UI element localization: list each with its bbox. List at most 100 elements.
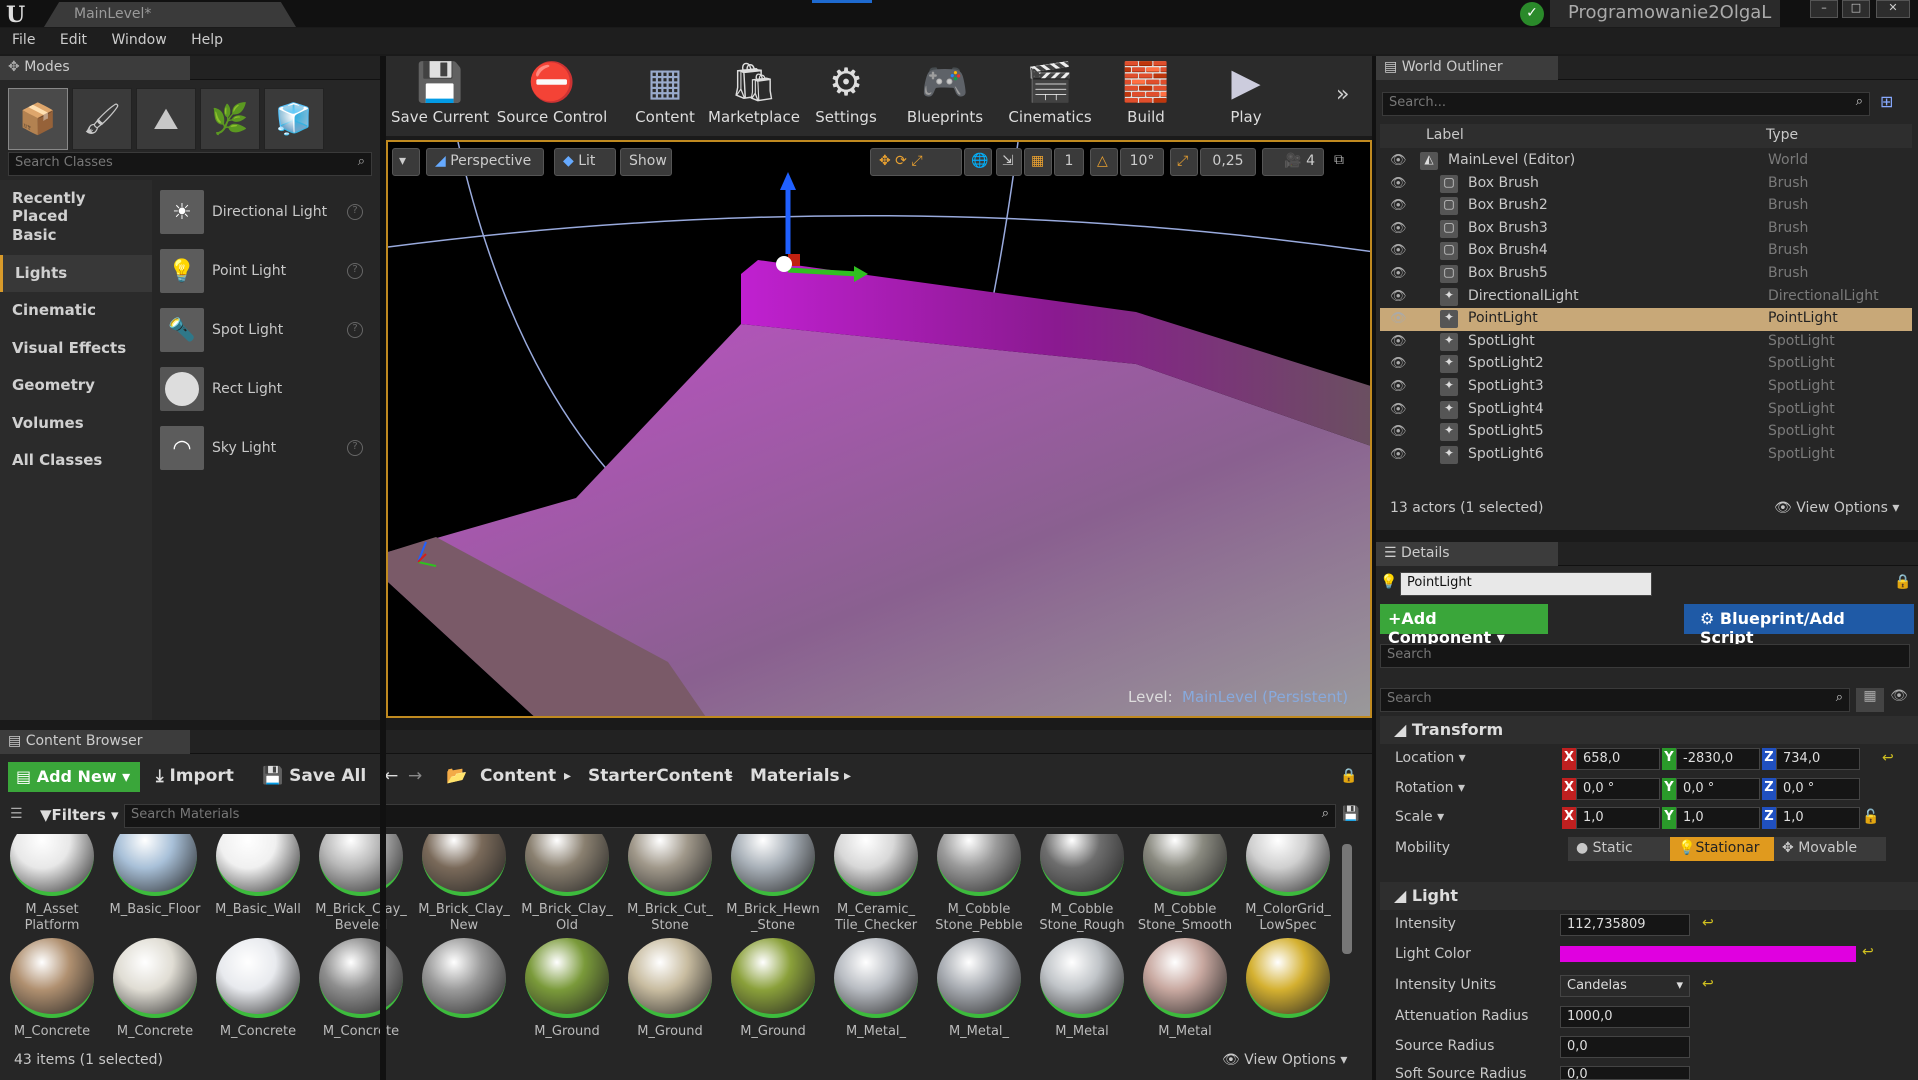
maximize-viewport-icon[interactable]: ⧉: [1334, 152, 1344, 168]
asset-tile[interactable]: M_Ground: [519, 938, 615, 1040]
soft-source-field[interactable]: 0,0: [1560, 1066, 1690, 1080]
scale-snap-value[interactable]: 0,25: [1200, 148, 1256, 176]
outliner-row[interactable]: 👁 ✦ SpotLight5 SpotLight: [1380, 421, 1912, 444]
transform-tools[interactable]: ✥ ⟳ ⤢: [870, 148, 962, 176]
asset-tile[interactable]: M_Brick_Cut_ Stone: [622, 834, 718, 934]
visibility-eye-icon[interactable]: 👁: [1390, 356, 1407, 371]
search-materials-input[interactable]: Search Materials ⌕: [124, 804, 1336, 828]
forward-icon[interactable]: →: [408, 766, 422, 786]
build-button[interactable]: 🧱 Build: [1116, 56, 1176, 136]
asset-tile[interactable]: M_Brick_Clay_ Beveled: [313, 834, 409, 934]
scale-snap-icon[interactable]: ⤢: [1170, 148, 1198, 176]
asset-tile[interactable]: M_Ceramic_ Tile_Checker: [828, 834, 924, 934]
place-sky-light[interactable]: ◠ Sky Light?: [160, 419, 375, 477]
category-recently-placed[interactable]: Recently Placed: [0, 180, 152, 225]
foliage-mode-icon[interactable]: 🌿: [200, 88, 260, 150]
camera-speed-button[interactable]: 🎥 4: [1262, 148, 1324, 176]
outliner-row[interactable]: 👁 ✦ SpotLight4 SpotLight: [1380, 399, 1912, 422]
asset-tile[interactable]: M_Brick_Clay_ Old: [519, 834, 615, 934]
level-tab[interactable]: MainLevel*: [44, 2, 296, 27]
reset-arrow-icon[interactable]: ↩: [1882, 750, 1894, 766]
location-label[interactable]: Location ▾: [1395, 750, 1466, 766]
place-directional-light[interactable]: ☀ Directional Light?: [160, 183, 375, 241]
blueprints-button[interactable]: 🎮 Blueprints: [900, 56, 990, 136]
viewport-options-button[interactable]: ▾: [392, 148, 420, 176]
settings-button[interactable]: ⚙ Settings: [806, 56, 886, 136]
modes-tab[interactable]: ✥ Modes: [0, 56, 190, 80]
scale-label[interactable]: Scale ▾: [1395, 809, 1444, 825]
visibility-eye-icon[interactable]: 👁: [1390, 266, 1407, 281]
level-viewport[interactable]: [386, 140, 1372, 718]
outliner-row[interactable]: 👁 ✦ DirectionalLight DirectionalLight: [1380, 286, 1912, 309]
rotation-z-field[interactable]: 0,0 °: [1776, 778, 1860, 800]
sources-panel-icon[interactable]: ☰: [10, 806, 23, 822]
toolbar-overflow-icon[interactable]: »: [1336, 82, 1349, 107]
breadcrumb-materials[interactable]: Materials: [750, 766, 840, 786]
asset-tile[interactable]: M_Brick_Clay_ New: [416, 834, 512, 934]
category-all-classes[interactable]: All Classes: [0, 442, 152, 479]
rotation-label[interactable]: Rotation ▾: [1395, 780, 1465, 796]
import-button[interactable]: ⤓ Import: [156, 766, 234, 786]
place-mode-icon[interactable]: 📦: [8, 88, 68, 150]
components-search-input[interactable]: Search: [1380, 644, 1910, 668]
light-section[interactable]: ◢ Light: [1380, 882, 1918, 910]
maximize-button[interactable]: □: [1842, 0, 1870, 18]
mobility-stationary[interactable]: 💡Stationar: [1670, 837, 1774, 861]
asset-tile[interactable]: M_Metal: [1137, 938, 1233, 1040]
visibility-eye-icon[interactable]: 👁: [1390, 243, 1407, 258]
attenuation-field[interactable]: 1000,0: [1560, 1006, 1690, 1028]
asset-scrollbar[interactable]: [1342, 844, 1352, 954]
menu-window[interactable]: Window: [111, 28, 166, 52]
place-point-light[interactable]: 💡 Point Light?: [160, 242, 375, 300]
source-control-status-icon[interactable]: ✓: [1520, 2, 1544, 26]
asset-tile[interactable]: M_Concrete: [210, 938, 306, 1040]
column-type[interactable]: Type: [1766, 127, 1798, 143]
outliner-row[interactable]: 👁 ✦ PointLight PointLight: [1380, 308, 1912, 331]
show-button[interactable]: Show: [620, 148, 672, 176]
outliner-row[interactable]: 👁 ▢ Box Brush4 Brush: [1380, 240, 1912, 263]
menu-file[interactable]: File: [12, 28, 35, 52]
source-radius-field[interactable]: 0,0: [1560, 1036, 1690, 1058]
rotation-y-field[interactable]: 0,0 °: [1676, 778, 1760, 800]
reset-arrow-icon[interactable]: ↩: [1862, 944, 1874, 960]
outliner-row[interactable]: 👁 ✦ SpotLight SpotLight: [1380, 331, 1912, 354]
asset-tile[interactable]: M_Concrete: [313, 938, 409, 1040]
help-icon[interactable]: ?: [347, 263, 363, 279]
location-y-field[interactable]: -2830,0: [1676, 748, 1760, 770]
outliner-row[interactable]: 👁 ▢ Box Brush5 Brush: [1380, 263, 1912, 286]
blueprint-button[interactable]: ⚙ Blueprint/Add Script: [1684, 604, 1914, 647]
geometry-mode-icon[interactable]: 🧊: [264, 88, 324, 150]
content-browser-tab[interactable]: ▤ Content Browser: [0, 730, 190, 754]
visibility-eye-icon[interactable]: 👁: [1390, 447, 1407, 462]
world-local-icon[interactable]: 🌐: [964, 148, 992, 176]
asset-tile[interactable]: M_Basic_Floor: [107, 834, 203, 918]
lock-icon[interactable]: 🔒: [1894, 574, 1911, 590]
transform-section[interactable]: ◢ Transform: [1380, 716, 1918, 744]
outliner-row[interactable]: 👁 ◭ MainLevel (Editor) World: [1380, 150, 1912, 173]
visibility-eye-icon[interactable]: 👁: [1390, 334, 1407, 349]
reset-arrow-icon[interactable]: ↩: [1702, 976, 1714, 992]
location-x-field[interactable]: 658,0: [1576, 748, 1660, 770]
asset-tile[interactable]: M_Concrete: [107, 938, 203, 1040]
visibility-eye-icon[interactable]: 👁: [1390, 176, 1407, 191]
save-current-button[interactable]: 💾 Save Current: [390, 56, 490, 136]
asset-tile[interactable]: M_Metal_: [931, 938, 1027, 1040]
asset-tile[interactable]: M_Metal_: [828, 938, 924, 1040]
scale-x-field[interactable]: 1,0: [1576, 807, 1660, 829]
category-volumes[interactable]: Volumes: [0, 405, 152, 442]
grid-size-value[interactable]: 1: [1054, 148, 1084, 176]
mobility-movable[interactable]: ✥ Movable: [1774, 837, 1886, 861]
outliner-row[interactable]: 👁 ✦ SpotLight6 SpotLight: [1380, 444, 1912, 467]
outliner-row[interactable]: 👁 ▢ Box Brush3 Brush: [1380, 218, 1912, 241]
content-view-options[interactable]: 👁 View Options ▾: [1222, 1052, 1347, 1068]
surface-snap-icon[interactable]: ⇲: [996, 148, 1022, 176]
scale-z-field[interactable]: 1,0: [1776, 807, 1860, 829]
splitter[interactable]: [380, 56, 386, 1080]
play-button[interactable]: ▶ Play: [1218, 56, 1274, 136]
lock-scale-icon[interactable]: 🔓: [1862, 809, 1879, 825]
place-spot-light[interactable]: 🔦 Spot Light?: [160, 301, 375, 359]
category-basic[interactable]: Basic: [0, 217, 152, 254]
place-rect-light[interactable]: Rect Light: [160, 360, 375, 418]
outliner-search-input[interactable]: Search... ⌕: [1382, 92, 1870, 116]
visibility-eye-icon[interactable]: 👁: [1390, 311, 1407, 326]
